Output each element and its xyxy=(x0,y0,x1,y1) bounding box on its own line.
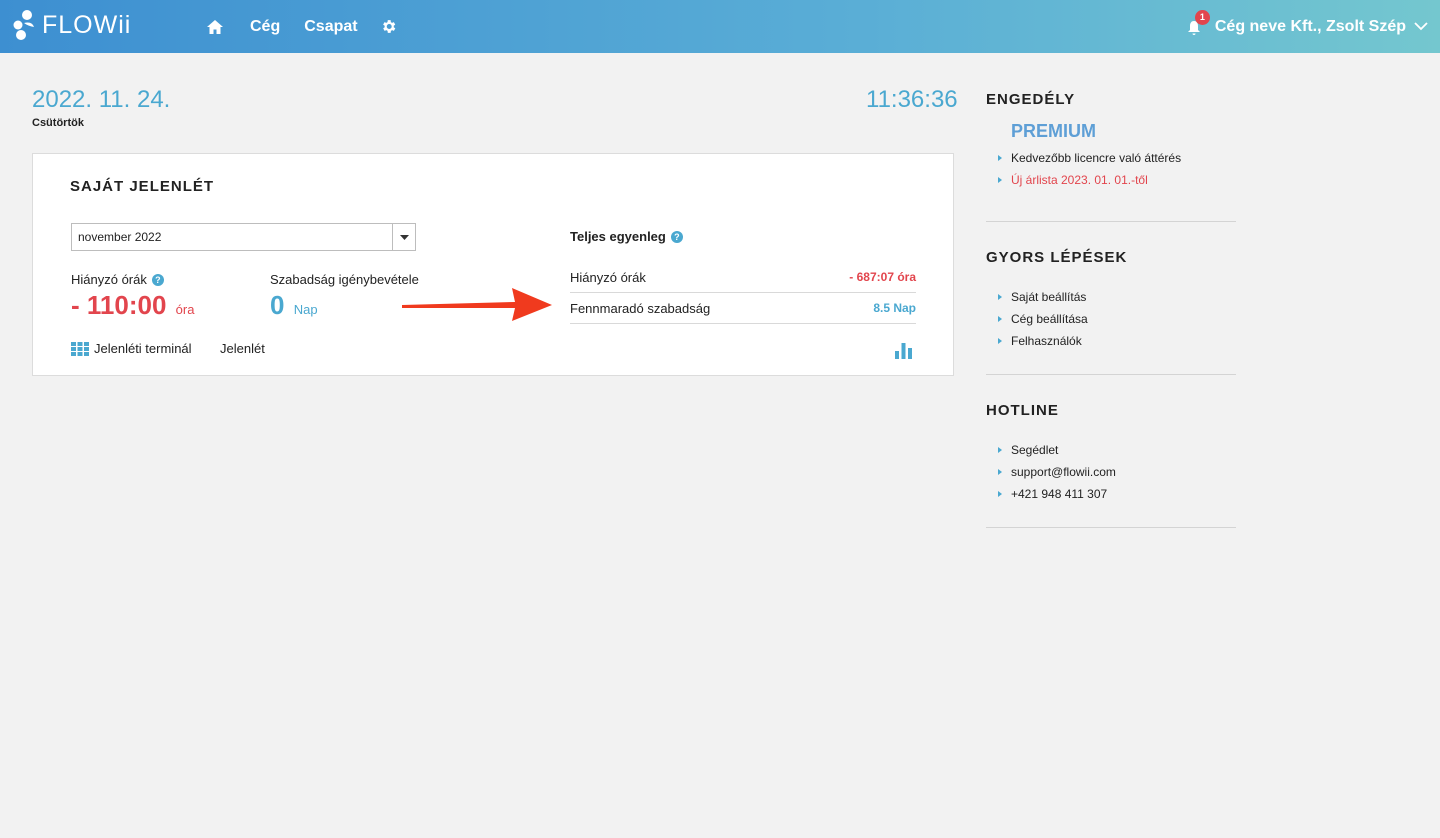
hotline-item-label: support@flowii.com xyxy=(1011,465,1116,479)
license-plan: PREMIUM xyxy=(1011,121,1096,141)
notifications[interactable]: 1 xyxy=(1187,9,1210,36)
bullet-icon xyxy=(998,491,1002,497)
license-item[interactable]: Kedvezőbb licencre való áttérés xyxy=(998,147,1236,169)
nav-csapat[interactable]: Csapat xyxy=(304,18,357,36)
flowii-logo-icon xyxy=(13,10,34,40)
balance-row: Fennmaradó szabadság 8.5 Nap xyxy=(570,293,916,324)
terminal-link[interactable]: Jelenléti terminál xyxy=(71,341,192,356)
balance-row: Hiányzó órák - 687:07 óra xyxy=(570,262,916,293)
main-nav: Cég Csapat xyxy=(206,0,417,53)
quick-step-item[interactable]: Felhasználók xyxy=(998,330,1236,352)
hotline-item-label: Segédlet xyxy=(1011,443,1059,457)
missing-hours-value-row: - 110:00 óra xyxy=(71,290,194,321)
balance-title: Teljes egyenleg xyxy=(570,229,666,244)
divider xyxy=(986,527,1236,528)
quick-steps-title: GYORS LÉPÉSEK xyxy=(986,249,1128,266)
attendance-link-label: Jelenlét xyxy=(220,341,265,356)
license-section: ENGEDÉLY PREMIUM Kedvezőbb licencre való… xyxy=(986,91,1236,191)
nav-ceg[interactable]: Cég xyxy=(250,18,280,36)
hotline-item[interactable]: +421 948 411 307 xyxy=(998,483,1236,505)
missing-hours-label-row: Hiányzó órák ? xyxy=(71,272,164,287)
hotline-section: HOTLINE Segédlet support@flowii.com +421… xyxy=(986,402,1236,505)
missing-hours-value: - 110:00 xyxy=(71,290,167,320)
quick-step-item[interactable]: Saját beállítás xyxy=(998,286,1236,308)
nav-csapat-label: Csapat xyxy=(304,17,358,35)
missing-hours-label: Hiányzó órák xyxy=(71,272,147,287)
bullet-icon xyxy=(998,155,1002,161)
quick-step-label: Cég beállítása xyxy=(1011,312,1088,326)
attendance-card: SAJÁT JELENLÉT november 2022 Hiányzó órá… xyxy=(32,153,954,376)
license-title: ENGEDÉLY xyxy=(986,91,1076,108)
bullet-icon xyxy=(998,469,1002,475)
vacation-label: Szabadság igénybevétele xyxy=(270,272,419,287)
current-time: 11:36:36 xyxy=(866,86,958,113)
annotation-arrow xyxy=(402,288,552,321)
vacation-value-row: 0 Nap xyxy=(270,290,318,321)
hotline-list: Segédlet support@flowii.com +421 948 411… xyxy=(986,439,1236,505)
user-label: Cég neve Kft., Zsolt Szép xyxy=(1214,17,1406,35)
missing-hours-unit: óra xyxy=(175,302,195,317)
bar-chart-icon[interactable] xyxy=(895,343,912,359)
terminal-link-label: Jelenléti terminál xyxy=(94,341,192,356)
balance-row-label: Fennmaradó szabadság xyxy=(570,300,711,316)
month-select[interactable]: november 2022 xyxy=(71,223,416,251)
bullet-icon xyxy=(998,447,1002,453)
quick-steps-section: GYORS LÉPÉSEK Saját beállítás Cég beállí… xyxy=(986,249,1236,352)
balance-row-value: 8.5 Nap xyxy=(873,301,916,315)
top-navbar: FLOWii Cég Csapat 1 Cég neve Kft., Zsolt… xyxy=(0,0,1440,53)
balance-row-value: - 687:07 óra xyxy=(849,270,916,284)
nav-home[interactable] xyxy=(206,19,224,35)
quick-step-item[interactable]: Cég beállítása xyxy=(998,308,1236,330)
logo-text: FLOWii xyxy=(42,10,132,39)
chevron-down-icon xyxy=(1414,22,1428,31)
license-list: Kedvezőbb licencre való áttérés Új árlis… xyxy=(986,147,1236,191)
caret-down-icon xyxy=(399,234,409,240)
user-menu[interactable]: 1 Cég neve Kft., Zsolt Szép xyxy=(1187,0,1428,53)
home-icon xyxy=(207,19,223,34)
select-arrow[interactable] xyxy=(392,224,415,250)
gear-icon xyxy=(382,20,395,33)
quick-step-label: Felhasználók xyxy=(1011,334,1082,348)
divider xyxy=(986,374,1236,375)
bullet-icon xyxy=(998,294,1002,300)
current-weekday: Csütörtök xyxy=(32,117,84,129)
hotline-title: HOTLINE xyxy=(986,402,1059,419)
current-date: 2022. 11. 24. xyxy=(32,86,171,113)
month-select-value: november 2022 xyxy=(78,230,162,244)
notification-badge: 1 xyxy=(1194,9,1210,25)
bullet-icon xyxy=(998,177,1002,183)
card-title: SAJÁT JELENLÉT xyxy=(70,178,215,195)
bullet-icon xyxy=(998,316,1002,322)
vacation-unit: Nap xyxy=(293,302,318,317)
logo[interactable]: FLOWii xyxy=(12,9,131,41)
bullet-icon xyxy=(998,338,1002,344)
quick-step-label: Saját beállítás xyxy=(1011,290,1087,304)
hotline-item-label: +421 948 411 307 xyxy=(1011,487,1108,501)
license-item-label: Új árlista 2023. 01. 01.-től xyxy=(1011,173,1148,187)
quick-steps-list: Saját beállítás Cég beállítása Felhaszná… xyxy=(986,286,1236,352)
vacation-label-row: Szabadság igénybevétele xyxy=(270,272,419,287)
nav-ceg-label: Cég xyxy=(250,17,281,35)
help-icon[interactable]: ? xyxy=(151,273,164,286)
license-item[interactable]: Új árlista 2023. 01. 01.-től xyxy=(998,169,1236,191)
grid-icon xyxy=(71,341,89,356)
license-item-label: Kedvezőbb licencre való áttérés xyxy=(1011,151,1182,165)
hotline-item[interactable]: Segédlet xyxy=(998,439,1236,461)
hotline-item[interactable]: support@flowii.com xyxy=(998,461,1236,483)
help-icon[interactable]: ? xyxy=(670,230,683,243)
nav-settings[interactable] xyxy=(380,18,397,35)
divider xyxy=(986,221,1236,222)
balance-title-row: Teljes egyenleg ? xyxy=(570,229,683,244)
attendance-link[interactable]: Jelenlét xyxy=(220,341,265,356)
balance-row-label: Hiányzó órák xyxy=(570,269,646,285)
vacation-value: 0 xyxy=(270,290,285,320)
